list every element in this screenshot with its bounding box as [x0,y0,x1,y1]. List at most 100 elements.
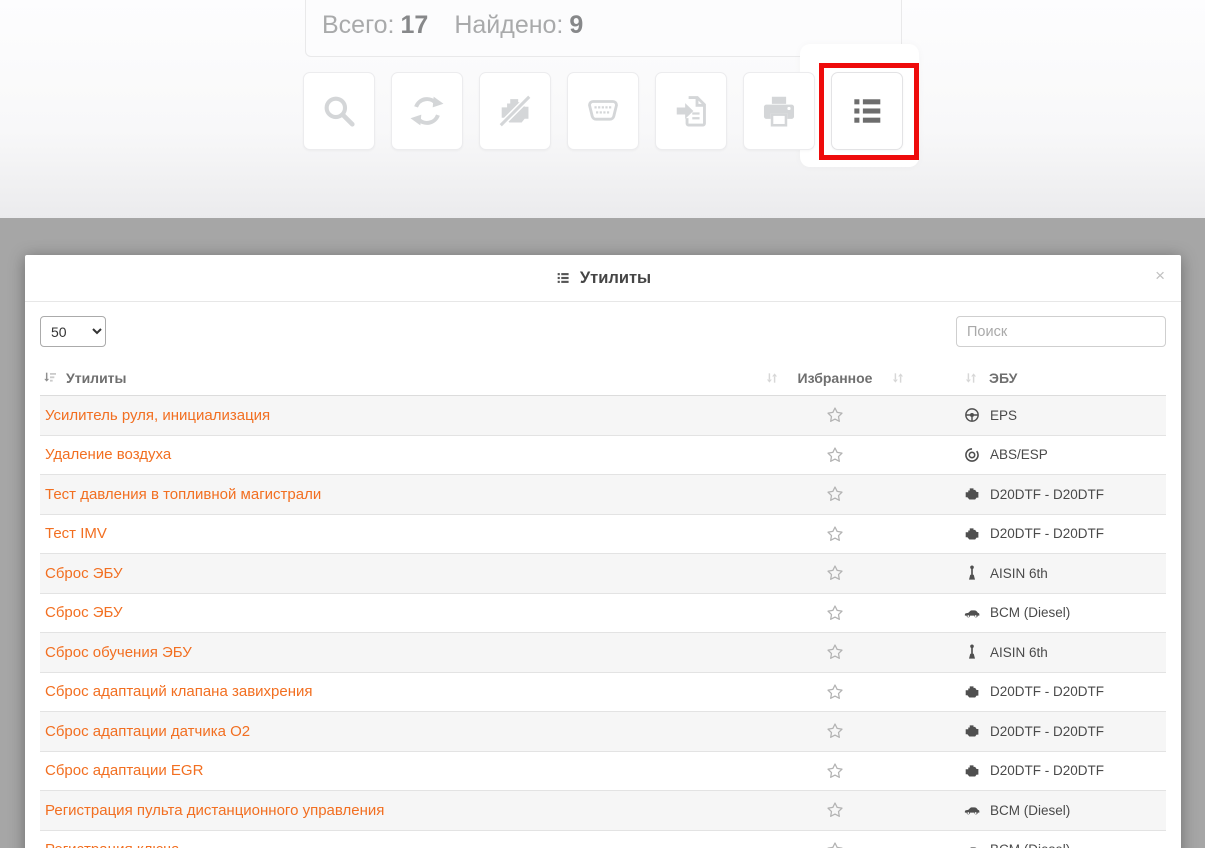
ecu-cell: BCM (Diesel) [955,841,1166,848]
favorite-cell [715,603,955,623]
engine-icon [963,722,981,740]
table-header: Утилиты Избранное ЭБУ [40,360,1166,396]
car-icon [963,604,981,622]
table-row: Сброс адаптаций клапана завихрения D20DT… [40,673,1166,713]
ecu-cell: D20DTF - D20DTF [955,485,1166,503]
utility-link[interactable]: Сброс ЭБУ [40,604,715,621]
results-stats: Всего:17Найдено:9 [322,11,583,40]
engine-icon [963,762,981,780]
favorite-star-icon[interactable] [825,761,845,781]
utility-link[interactable]: Тест IMV [40,525,715,542]
ecu-label: AISIN 6th [990,566,1048,581]
utility-link[interactable]: Тест давления в топливной магистрали [40,486,715,503]
utilities-modal: Утилиты × 50 Утилиты Избранное ЭБУ [25,255,1181,848]
refresh-icon [408,92,446,130]
favorite-star-icon[interactable] [825,603,845,623]
engine-icon [963,485,981,503]
favorite-cell [715,642,955,662]
favorite-cell [715,761,955,781]
table-row: Усилитель руля, инициализация EPS [40,396,1166,436]
toolbar-button-engine-off[interactable] [479,72,551,150]
toolbar-button-obd-connector[interactable] [567,72,639,150]
screen: Всего:17Найдено:9 Утилиты × 50 Утилиты [0,0,1205,848]
column-header-utilities[interactable]: Утилиты [40,370,715,386]
favorites-header-label: Избранное [798,370,873,386]
sort-desc-icon[interactable] [42,370,58,386]
table-row: Тест IMV D20DTF - D20DTF [40,515,1166,555]
total-label: Всего: [322,11,395,39]
ecu-header-label: ЭБУ [989,370,1017,386]
toolbar [303,72,903,150]
found-value: 9 [569,11,583,39]
sort-icon[interactable] [764,370,780,386]
table-row: Удаление воздуха ABS/ESP [40,436,1166,476]
page-size-select[interactable]: 50 [40,316,106,347]
favorite-star-icon[interactable] [825,524,845,544]
ecu-label: EPS [990,408,1017,423]
favorite-cell [715,484,955,504]
engine-icon [963,525,981,543]
ecu-cell: D20DTF - D20DTF [955,525,1166,543]
utility-link[interactable]: Сброс адаптации EGR [40,762,715,779]
toolbar-button-export-document[interactable] [655,72,727,150]
utility-link[interactable]: Сброс адаптаций клапана завихрения [40,683,715,700]
favorite-star-icon[interactable] [825,682,845,702]
ecu-cell: D20DTF - D20DTF [955,722,1166,740]
ecu-label: AISIN 6th [990,645,1048,660]
printer-icon [760,92,798,130]
favorite-cell [715,445,955,465]
utility-link[interactable]: Удаление воздуха [40,446,715,463]
utility-link[interactable]: Регистрация пульта дистанционного управл… [40,802,715,819]
column-header-favorites[interactable]: Избранное [715,370,955,386]
table-row: Тест давления в топливной магистрали D20… [40,475,1166,515]
utility-link[interactable]: Сброс адаптации датчика O2 [40,723,715,740]
ecu-cell: BCM (Diesel) [955,604,1166,622]
favorite-star-icon[interactable] [825,800,845,820]
close-icon[interactable]: × [1155,267,1165,284]
favorite-star-icon[interactable] [825,642,845,662]
utility-link[interactable]: Сброс обучения ЭБУ [40,644,715,661]
export-document-icon [672,92,710,130]
favorite-cell [715,563,955,583]
ecu-label: ABS/ESP [990,447,1048,462]
toolbar-button-printer[interactable] [743,72,815,150]
favorite-star-icon[interactable] [825,840,845,848]
search-input[interactable] [956,316,1166,347]
ecu-cell: EPS [955,406,1166,424]
favorite-star-icon[interactable] [825,721,845,741]
table-row: Сброс ЭБУ BCM (Diesel) [40,594,1166,634]
found-label: Найдено: [454,11,563,39]
gear-shift-icon [963,564,981,582]
ecu-label: BCM (Diesel) [990,605,1070,620]
utility-link[interactable]: Регистрация ключа [40,841,715,848]
utility-link[interactable]: Сброс ЭБУ [40,565,715,582]
column-header-ecu[interactable]: ЭБУ [955,370,1166,386]
ecu-label: D20DTF - D20DTF [990,763,1104,778]
favorite-cell [715,800,955,820]
toolbar-button-search[interactable] [303,72,375,150]
ecu-cell: D20DTF - D20DTF [955,683,1166,701]
engine-off-icon [496,92,534,130]
table-row: Сброс адаптации датчика O2 D20DTF - D20D… [40,712,1166,752]
sort-icon[interactable] [890,370,906,386]
ecu-cell: BCM (Diesel) [955,801,1166,819]
gear-shift-icon [963,643,981,661]
table-row: Сброс ЭБУ AISIN 6th [40,554,1166,594]
utility-link[interactable]: Усилитель руля, инициализация [40,407,715,424]
favorite-star-icon[interactable] [825,445,845,465]
favorite-cell [715,682,955,702]
ecu-label: D20DTF - D20DTF [990,487,1104,502]
obd-connector-icon [584,92,622,130]
table-body: Усилитель руля, инициализация EPS Удален… [40,396,1166,848]
modal-header: Утилиты × [25,255,1181,302]
favorite-star-icon[interactable] [825,405,845,425]
steering-wheel-icon [963,406,981,424]
table-row: Регистрация пульта дистанционного управл… [40,791,1166,831]
modal-controls: 50 [25,302,1181,358]
toolbar-button-refresh[interactable] [391,72,463,150]
sort-icon[interactable] [963,370,979,386]
car-icon [963,841,981,848]
favorite-star-icon[interactable] [825,563,845,583]
favorite-star-icon[interactable] [825,484,845,504]
ecu-cell: ABS/ESP [955,446,1166,464]
